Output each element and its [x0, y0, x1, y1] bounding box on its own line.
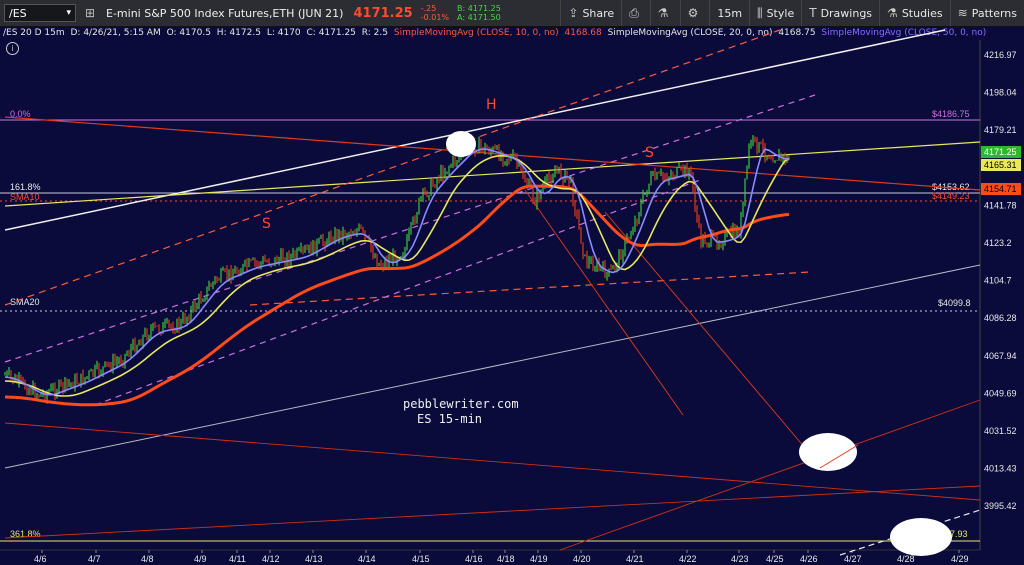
price-chart[interactable]: 4216.974198.044179.214160.454141.784123.… — [0, 0, 1024, 565]
sma20-price-tag-text: 4165.31 — [984, 160, 1017, 170]
price-axis-label: 4179.21 — [984, 125, 1017, 135]
time-axis-label: 4/18 — [497, 554, 515, 564]
time-axis-label: 4/11 — [229, 554, 246, 564]
fib-161-label: 161.8% — [10, 182, 41, 192]
time-axis-label: 4/9 — [194, 554, 207, 564]
time-axis-label: 4/12 — [262, 554, 280, 564]
sma20-level-price: $4099.8 — [938, 298, 971, 308]
time-axis-label: 4/25 — [766, 554, 784, 564]
time-axis-label: 4/27 — [844, 554, 862, 564]
time-axis-label: 4/29 — [951, 554, 969, 564]
time-axis-label: 4/19 — [530, 554, 548, 564]
watermark-site: pebblewriter.com — [403, 397, 519, 411]
highlight-ellipse-target[interactable] — [799, 433, 857, 471]
right-shoulder-label: S — [645, 145, 654, 161]
time-axis-label: 4/26 — [800, 554, 818, 564]
time-axis-label: 4/15 — [412, 554, 430, 564]
sma10-level-price: $4149.23 — [932, 191, 970, 201]
time-axis-label: 4/23 — [731, 554, 749, 564]
time-axis-label: 4/6 — [34, 554, 47, 564]
sma10-line[interactable] — [4, 148, 790, 396]
highlight-ellipse-fib[interactable] — [890, 518, 952, 556]
price-axis-label: 4086.28 — [984, 313, 1017, 323]
sma20-level-label: SMA20 — [10, 297, 40, 307]
price-axis-label: 4067.94 — [984, 351, 1017, 361]
channel-magenta-upper[interactable] — [4, 94, 816, 363]
time-axis-label: 4/7 — [88, 554, 101, 564]
fib-0-price: $4186.75 — [932, 109, 970, 119]
trendline-red-long-rise[interactable] — [4, 485, 981, 539]
time-axis: 4/6 4/7 4/8 4/9 4/11 4/12 4/13 4/14 4/15 4/16 4/18… — [34, 550, 969, 564]
sma50-line[interactable] — [4, 184, 790, 407]
head-label: H — [486, 97, 497, 113]
time-axis-label: 4/13 — [305, 554, 323, 564]
price-axis-label: 3995.42 — [984, 501, 1017, 511]
price-axis-label: 4198.04 — [984, 88, 1017, 98]
sma50-price-tag-text: 4154.71 — [984, 184, 1017, 194]
channel-red-dashed-lower[interactable] — [249, 271, 811, 306]
trendline-neckline-red[interactable] — [4, 116, 981, 191]
time-axis-label: 4/28 — [897, 554, 915, 564]
trendline-white-upper[interactable] — [4, 29, 946, 231]
last-price-tag-text: 4171.25 — [984, 147, 1017, 157]
time-axis-label: 4/14 — [358, 554, 376, 564]
time-axis-label: 4/8 — [141, 554, 154, 564]
price-axis-label: 4141.78 — [984, 200, 1017, 210]
price-axis-label: 4013.43 — [984, 464, 1017, 474]
watermark-caption: ES 15-min — [417, 412, 482, 426]
time-axis-label: 4/22 — [679, 554, 697, 564]
time-axis-label: 4/21 — [626, 554, 644, 564]
highlight-ellipse-head[interactable] — [446, 131, 476, 157]
sma10-level-label: SMA10 — [10, 192, 40, 202]
price-axis-label: 4031.52 — [984, 426, 1017, 436]
price-axis-label: 4104.7 — [984, 276, 1012, 286]
left-shoulder-label: S — [262, 216, 271, 232]
time-axis-label: 4/20 — [573, 554, 591, 564]
trendline-red-drop-1[interactable] — [524, 189, 684, 416]
thinkorswim-chart-window: /ES ▾ ⊞ E-mini S&P 500 Index Futures,ETH… — [0, 0, 1024, 565]
price-axis-label: 4216.97 — [984, 50, 1017, 60]
price-axis-label: 4049.69 — [984, 388, 1017, 398]
time-axis-label: 4/16 — [465, 554, 483, 564]
trendline-red-drop-2[interactable] — [604, 211, 823, 469]
price-axis-label: 4123.2 — [984, 238, 1012, 248]
